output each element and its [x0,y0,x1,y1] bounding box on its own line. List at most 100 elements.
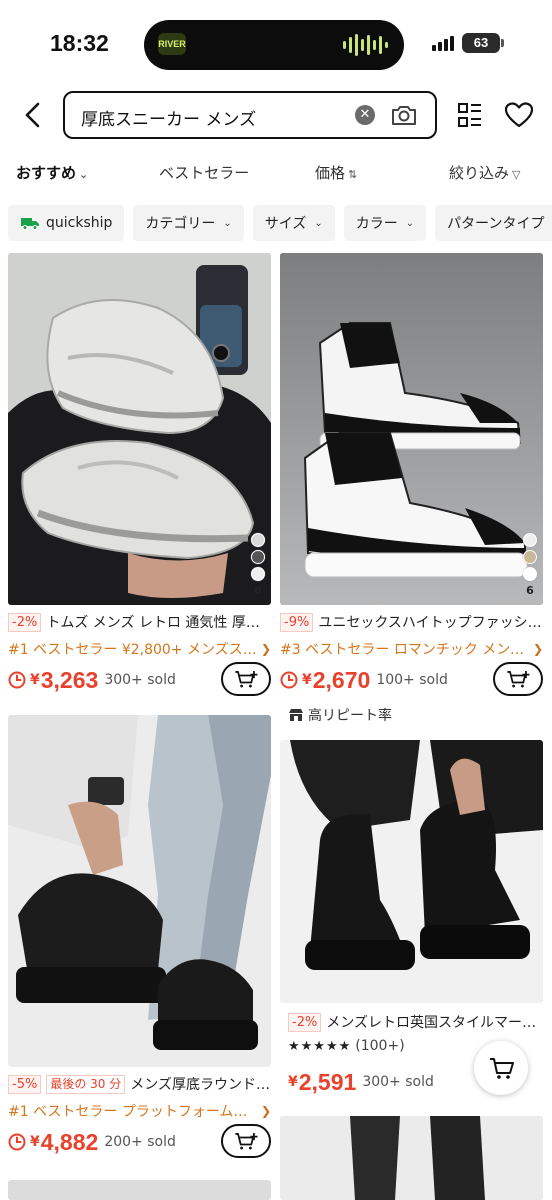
funnel-icon: ▽ [512,168,521,181]
clear-search-icon[interactable]: ✕ [355,105,375,125]
chip-size[interactable]: サイズ ⌄ [252,205,335,241]
currency-symbol: ¥ [302,672,312,688]
add-to-cart-button[interactable] [221,662,271,696]
product-name-row: -2% トムズ メンズ レトロ 通気性 厚底 ダッドスニーカー [8,612,271,632]
chevron-down-icon: ⌄ [223,217,232,229]
product-price: 2,670 [312,666,371,693]
sort-price-label: 価格 [315,164,346,182]
product-price: 3,263 [40,666,99,693]
shop-icon [289,709,303,721]
chip-label: サイズ [264,216,307,232]
clock-icon [8,671,26,689]
chip-pattern[interactable]: パターンタイプ⌄ [435,205,552,241]
battery-tip [501,39,504,47]
product-image[interactable] [280,740,543,1003]
audio-wave-icon [343,33,388,57]
wishlist-heart-icon[interactable] [504,101,534,129]
product-image-next[interactable] [8,1180,271,1200]
price-row: ¥ 3,263 300+ sold [8,662,271,698]
swatch[interactable] [523,567,537,581]
chip-color[interactable]: カラー ⌄ [343,205,427,241]
search-box[interactable]: 厚底スニーカー メンズ ✕ [63,91,437,139]
sold-count: 200+ sold [104,1134,176,1150]
product-photo-partial [280,1116,543,1200]
chip-label: カラー [355,216,398,232]
rank-row[interactable]: #1 ベストセラー ¥2,800+ メンズスニーカー❯ [8,639,271,659]
status-time: 18:32 [50,30,109,56]
camera-icon[interactable] [391,103,417,127]
repeat-badge: 高リピート率 [308,708,392,724]
truck-icon [21,218,39,230]
signal-icon [432,35,454,51]
chip-category[interactable]: カテゴリー ⌄ [133,205,244,241]
chevron-down-icon: ⌄ [314,217,323,229]
chip-quickship[interactable]: quickship [8,205,125,241]
sort-recommended[interactable]: おすすめ ⌄ [16,162,88,183]
add-to-cart-button[interactable] [221,1124,271,1158]
boot-photo [280,740,543,1003]
currency-symbol: ¥ [288,1074,298,1090]
chevron-right-icon: ❯ [260,1104,271,1118]
sneaker-photo [8,253,271,605]
color-swatches[interactable]: 6 [523,533,537,597]
rank-text: #1 ベストセラー プラットフォームシューズ [8,1104,257,1120]
chevron-down-icon: ⌄ [79,168,89,181]
filter-button[interactable]: 絞り込み ▽ [449,162,520,183]
currency-symbol: ¥ [30,1134,40,1150]
filter-chips: quickship カテゴリー ⌄ サイズ ⌄ カラー ⌄ パターンタイプ⌄ [8,205,552,243]
product-name-row: -5% 最後の 30 分 メンズ厚底ラウンドトゥシューズ [8,1074,271,1094]
sort-bestseller-label: ベストセラー [159,164,250,182]
product-price: 4,882 [40,1128,99,1155]
price-row: ¥ 2,670 100+ sold [280,662,543,698]
swatch[interactable] [523,550,537,564]
rank-text: #3 ベストセラー ロマンチック メンズスニーカー [280,642,529,658]
cart-icon [490,1058,514,1079]
add-to-cart-button[interactable] [493,662,543,696]
chevron-down-icon: ⌄ [405,217,415,229]
product-title: メンズ厚底ラウンドトゥシューズ [130,1077,271,1093]
floating-cart-button[interactable] [474,1041,528,1095]
swatch[interactable] [251,533,265,547]
sold-count: 300+ sold [104,672,176,688]
sort-recommended-label: おすすめ [16,164,77,182]
rating-count: (100+) [355,1038,405,1054]
back-arrow-icon[interactable] [18,100,48,130]
sort-arrows-icon: ⇅ [348,168,358,181]
swatch-count: 6 [526,584,534,597]
battery-icon: 63 [462,33,500,53]
product-name-row: -2% メンズレトロ英国スタイルマーティンブーツ [280,1012,543,1032]
clock-icon [280,671,298,689]
swatch[interactable] [523,533,537,547]
currency-symbol: ¥ [30,672,40,688]
product-image-next[interactable] [280,1116,543,1200]
sort-bar: おすすめ ⌄ ベストセラー 価格 ⇅ 絞り込み ▽ [0,160,552,186]
flash-sale-badge: 最後の 30 分 [46,1074,126,1094]
product-image[interactable]: 6 [280,253,543,605]
product-image[interactable]: 6 [8,253,271,605]
discount-badge: -2% [288,1012,322,1032]
rank-row[interactable]: #3 ベストセラー ロマンチック メンズスニーカー❯ [280,639,543,659]
sort-bestseller[interactable]: ベストセラー [159,162,249,183]
product-image[interactable] [8,715,271,1067]
swatch[interactable] [251,550,265,564]
shoe-photo [8,715,271,1067]
sneaker-photo [280,253,543,605]
chip-label: quickship [46,215,113,231]
color-swatches[interactable]: 6 [251,533,265,597]
swatch[interactable] [251,567,265,581]
rank-row[interactable]: #1 ベストセラー プラットフォームシューズ❯ [8,1101,271,1121]
search-input[interactable]: 厚底スニーカー メンズ [81,105,256,130]
product-price: 2,591 [298,1068,357,1095]
chevron-right-icon: ❯ [532,642,543,656]
swatch-count: 6 [254,584,262,597]
product-title: ユニセックスハイトップファッションスニーカー [318,615,543,631]
star-rating-icon: ★★★★★ [288,1038,352,1054]
repeat-badge-row: 高リピート率 [288,705,392,725]
chip-label: カテゴリー [145,216,216,232]
sold-count: 300+ sold [362,1074,434,1090]
product-title: メンズレトロ英国スタイルマーティンブーツ [326,1015,543,1031]
product-title: トムズ メンズ レトロ 通気性 厚底 ダッドスニーカー [46,615,271,631]
discount-badge: -2% [8,612,42,632]
list-view-icon[interactable] [457,101,483,129]
sort-price[interactable]: 価格 ⇅ [315,162,357,183]
